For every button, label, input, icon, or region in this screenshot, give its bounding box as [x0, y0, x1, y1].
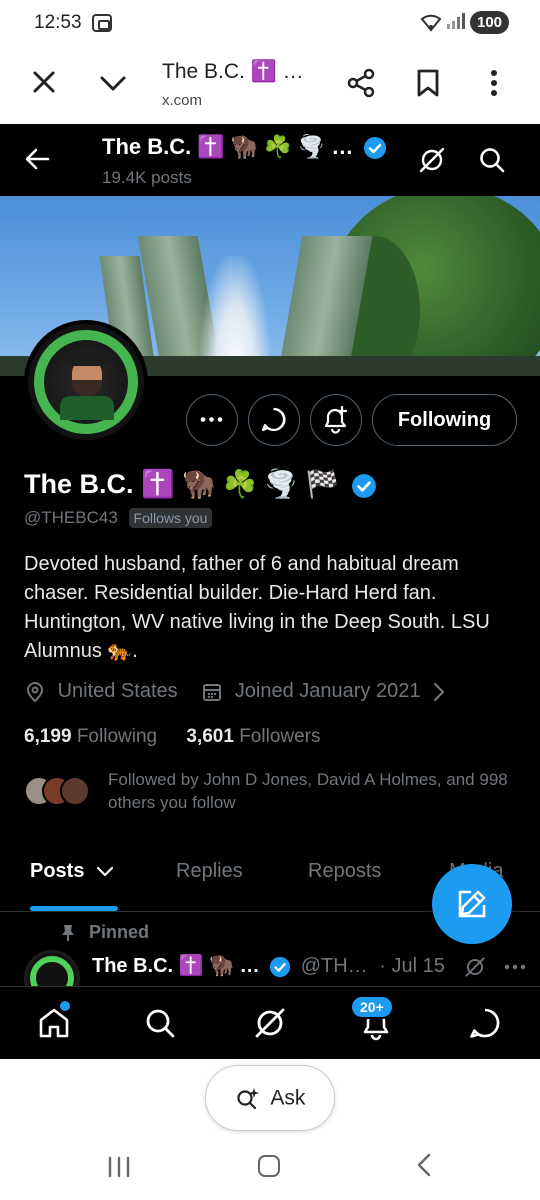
following-button[interactable]: Following [372, 394, 517, 446]
bookmark-icon[interactable] [414, 68, 442, 98]
ask-button[interactable]: Ask [205, 1065, 335, 1131]
grok-icon[interactable] [418, 146, 446, 174]
browser-toolbar: The B.C. ✝️ … x.com [0, 48, 540, 124]
profile-handle: @THEBC43 [24, 508, 118, 527]
following-label: Following [76, 726, 158, 747]
system-navigation-bar [0, 1139, 540, 1200]
profile-avatar[interactable] [24, 320, 148, 444]
following-stat[interactable]: 6,199 Following [24, 726, 162, 747]
verified-badge-icon [363, 136, 387, 160]
grok-icon[interactable] [464, 956, 486, 978]
grok-icon[interactable] [252, 1005, 288, 1041]
avatar-shirt [60, 396, 114, 420]
tweet-date[interactable]: · Jul 15 [379, 955, 445, 977]
more-vertical-icon[interactable] [484, 68, 504, 98]
followed-by-text: Followed by John D Jones, David A Holmes… [108, 770, 508, 812]
follower-avatar [60, 776, 90, 806]
pin-icon [60, 924, 76, 942]
profile-display-name: The B.C. ✝️ 🦬 ☘️ 🌪️ 🏁 [24, 468, 377, 500]
profile-location: United States [57, 680, 178, 703]
wifi-icon [420, 12, 442, 32]
pinned-label: Pinned [89, 922, 150, 942]
ask-sparkle-search-icon [235, 1085, 261, 1111]
notification-count-badge: 20+ [350, 995, 394, 1019]
followers-label: Followers [239, 726, 321, 747]
chevron-down-icon [96, 865, 114, 879]
follows-you-badge: Follows you [128, 508, 213, 528]
chevron-right-icon[interactable] [432, 681, 446, 703]
follower-avatars [24, 776, 94, 808]
search-icon[interactable] [142, 1005, 178, 1041]
display-name-text: The B.C. ✝️ 🦬 ☘️ 🌪️ 🏁 [24, 469, 340, 499]
verified-badge-icon [351, 473, 377, 499]
message-button[interactable] [248, 394, 300, 446]
active-tab-indicator [30, 906, 118, 911]
following-count: 6,199 [24, 726, 72, 747]
battery-indicator: 100 [470, 11, 510, 34]
home-unread-dot [60, 1001, 70, 1011]
tab-posts[interactable]: Posts [30, 860, 114, 883]
chevron-down-icon[interactable] [98, 68, 128, 98]
x-bottom-nav: 20+ [0, 986, 540, 1059]
notification-subscribe-button[interactable] [310, 394, 362, 446]
tab-replies[interactable]: Replies [176, 860, 243, 883]
x-profile-page: The B.C. ✝️ 🦬 ☘️ 🌪️ … 19.4K posts Follow… [0, 124, 540, 1059]
system-home-icon[interactable] [258, 1155, 280, 1177]
header-profile-name: The B.C. ✝️ 🦬 ☘️ 🌪️ … [102, 134, 387, 160]
browser-url[interactable]: x.com [162, 92, 202, 109]
more-options-button[interactable] [186, 394, 238, 446]
tweet-author-name[interactable]: The B.C. ✝️ 🦬 … [92, 955, 260, 977]
share-icon[interactable] [346, 68, 376, 98]
header-name-text: The B.C. ✝️ 🦬 ☘️ 🌪️ … [102, 134, 354, 159]
profile-meta-row: United States Joined January 2021 [24, 680, 446, 703]
system-back-icon[interactable] [414, 1151, 434, 1179]
compose-post-button[interactable] [432, 864, 512, 944]
handle-row: @THEBC43 Follows you [24, 508, 213, 528]
recents-icon[interactable] [106, 1155, 132, 1179]
tweet-author-handle[interactable]: @TH… [301, 955, 368, 977]
location-pin-icon [24, 681, 46, 703]
post-count: 19.4K posts [102, 168, 192, 187]
followers-stat[interactable]: 3,601 Followers [186, 726, 320, 747]
avatar-cap [68, 352, 106, 366]
follow-stats: 6,199 Following 3,601 Followers [24, 726, 321, 748]
pinned-label-row: Pinned [60, 922, 149, 943]
status-time: 12:53 [34, 12, 82, 33]
followed-by-section[interactable]: Followed by John D Jones, David A Holmes… [24, 768, 520, 818]
close-icon[interactable] [30, 68, 58, 96]
messages-icon[interactable] [467, 1005, 503, 1041]
profile-top-nav: The B.C. ✝️ 🦬 ☘️ 🌪️ … 19.4K posts [0, 124, 540, 196]
calendar-icon [201, 681, 223, 703]
tweet-header: The B.C. ✝️ 🦬 … @TH… · Jul 15 [92, 953, 526, 978]
back-arrow-icon[interactable] [24, 146, 50, 172]
search-icon[interactable] [478, 146, 506, 174]
profile-bio: Devoted husband, father of 6 and habitua… [24, 553, 490, 662]
status-bar: 12:53 100 [0, 0, 540, 48]
tab-posts-label: Posts [30, 860, 85, 882]
ask-label: Ask [270, 1086, 306, 1110]
followers-count: 3,601 [186, 726, 234, 747]
verified-badge-icon [269, 956, 291, 978]
ask-bar: Ask [0, 1059, 540, 1139]
screenshot-icon [92, 14, 112, 32]
tab-reposts[interactable]: Reposts [308, 860, 381, 883]
signal-icon [446, 12, 466, 30]
profile-joined-date: Joined January 2021 [234, 680, 421, 703]
browser-page-title: The B.C. ✝️ … [162, 60, 304, 83]
more-horizontal-icon[interactable] [504, 962, 526, 972]
